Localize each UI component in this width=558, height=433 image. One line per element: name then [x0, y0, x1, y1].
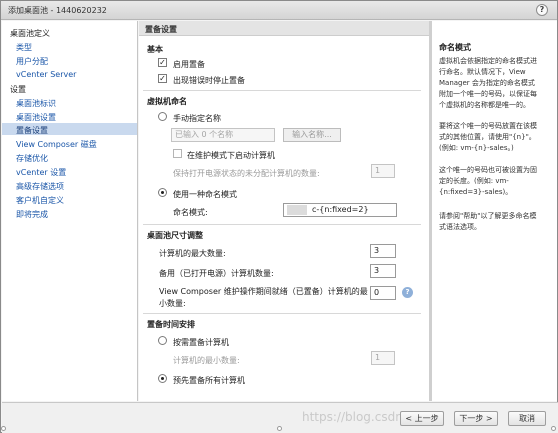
- step-ready-to-complete[interactable]: 即将完成: [16, 209, 48, 220]
- stop-on-error-checkbox[interactable]: ✓: [158, 74, 167, 83]
- wizard-steps-sidebar: 桌面池定义 类型 用户分配 vCenter Server 设置 桌面池标识 桌面…: [2, 21, 138, 401]
- panel-header: 置备设置: [139, 21, 429, 36]
- help-icon[interactable]: ?: [536, 4, 548, 16]
- spare-machines-label: 备用（已打开电源）计算机数量:: [159, 269, 274, 278]
- step-pool-identification[interactable]: 桌面池标识: [16, 98, 56, 109]
- info-icon[interactable]: ?: [402, 287, 413, 298]
- start-maintenance-checkbox[interactable]: [173, 149, 182, 158]
- provisioning-settings-panel: 置备设置 基本 ✓ 启用置备 ✓ 出现错误时停止置备 虚拟机命名 手动指定名称 …: [139, 21, 429, 401]
- step-vcenter-settings[interactable]: vCenter 设置: [16, 167, 66, 178]
- enable-provisioning-label: 启用置备: [173, 60, 205, 69]
- resize-handle[interactable]: [551, 426, 556, 431]
- step-pool-settings[interactable]: 桌面池设置: [16, 112, 56, 123]
- step-user-assignment[interactable]: 用户分配: [16, 56, 48, 67]
- help-title: 命名模式: [439, 43, 471, 52]
- help-line: (例如: vm-{n}-sales。): [439, 144, 514, 152]
- help-line: 请参阅"帮助"以了解更多命名模: [439, 212, 537, 220]
- help-line: 个虚拟机的名称都是唯一的。: [439, 101, 530, 109]
- help-line: 式语法选项。: [439, 223, 481, 231]
- cancel-button[interactable]: 取消: [508, 411, 546, 426]
- add-desktop-pool-window: 添加桌面池 - 1440620232 ? 桌面池定义 类型 用户分配 vCent…: [0, 0, 558, 433]
- on-demand-label: 按需置备计算机: [173, 338, 229, 347]
- names-entered-field[interactable]: 已输入 0 个名称: [171, 128, 275, 142]
- divider: [143, 313, 421, 314]
- enter-names-button[interactable]: 输入名称...: [283, 128, 341, 142]
- help-line: 虚拟机会依据指定的命名模式进: [439, 57, 537, 65]
- enable-provisioning-checkbox[interactable]: ✓: [158, 58, 167, 67]
- vm-naming-section-title: 虚拟机命名: [147, 97, 187, 106]
- on-demand-radio[interactable]: [158, 336, 167, 345]
- panel-title: 置备设置: [145, 25, 177, 34]
- start-maintenance-label: 在维护模式下启动计算机: [187, 151, 275, 160]
- schedule-section-title: 置备时间安排: [147, 320, 195, 329]
- help-line: 附加一个唯一的号码，以保证每: [439, 90, 537, 98]
- pool-sizing-section-title: 桌面池尺寸调整: [147, 231, 203, 240]
- step-storage-optimization[interactable]: 存储优化: [16, 153, 48, 164]
- help-line: 要将这个唯一的号码放置在该模: [439, 122, 537, 130]
- step-type[interactable]: 类型: [16, 42, 32, 53]
- up-front-radio[interactable]: [158, 374, 167, 383]
- naming-pattern-radio[interactable]: [158, 188, 167, 197]
- naming-pattern-label: 命名模式:: [173, 208, 208, 217]
- unassigned-powered-on-label: 保持打开电源状态的未分配计算机的数量:: [173, 169, 320, 178]
- min-machines-input[interactable]: 1: [371, 351, 395, 365]
- divider: [143, 90, 421, 91]
- min-machines-label: 计算机的最小数量:: [173, 356, 240, 365]
- help-line: 式的其他位置，请使用"{n}"。: [439, 133, 536, 141]
- divider: [143, 224, 421, 225]
- spare-machines-input[interactable]: 3: [370, 264, 396, 278]
- step-view-composer-disks[interactable]: View Composer 磁盘: [16, 139, 97, 150]
- help-line: 这个唯一的号码也可被设置为固: [439, 166, 537, 174]
- back-button[interactable]: < 上一步: [400, 411, 444, 426]
- composer-min-label-line2: 小数量:: [159, 299, 186, 308]
- composer-min-input[interactable]: 0: [370, 286, 396, 300]
- step-guest-customization[interactable]: 客户机自定义: [16, 195, 64, 206]
- naming-pattern-option-label: 使用一种命名模式: [173, 190, 237, 199]
- up-front-label: 预先置备所有计算机: [173, 376, 245, 385]
- step-vcenter-server[interactable]: vCenter Server: [16, 70, 76, 79]
- stop-on-error-label: 出现错误时停止置备: [173, 76, 245, 85]
- max-machines-label: 计算机的最大数量:: [159, 249, 226, 258]
- help-line: {n:fixed=3}-sales)。: [439, 188, 513, 196]
- step-provisioning-settings[interactable]: 置备设置: [16, 125, 48, 136]
- step-group-settings: 设置: [10, 85, 26, 94]
- max-machines-input[interactable]: 3: [370, 244, 396, 258]
- title-bar: 添加桌面池 - 1440620232 ?: [1, 1, 557, 20]
- basic-section-title: 基本: [147, 45, 163, 54]
- composer-min-label-line1: View Composer 维护操作期间就绪（已置备）计算机的最: [159, 287, 368, 296]
- resize-handle[interactable]: [277, 426, 282, 431]
- redacted-prefix: [287, 205, 307, 215]
- step-advanced-storage[interactable]: 高级存储选项: [16, 181, 64, 192]
- help-pane: 命名模式 虚拟机会依据指定的命名模式进 行命名。默认情况下，View Manag…: [431, 21, 557, 401]
- help-line: 定的长度。(例如: vm-: [439, 177, 509, 185]
- window-title: 添加桌面池 - 1440620232: [8, 6, 107, 15]
- unassigned-powered-on-input[interactable]: 1: [371, 164, 395, 178]
- resize-handle[interactable]: [1, 426, 6, 431]
- help-line: 行命名。默认情况下，View: [439, 68, 526, 76]
- help-line: Manager 会为指定的命名模式: [439, 79, 535, 87]
- manual-names-label: 手动指定名称: [173, 114, 221, 123]
- next-button[interactable]: 下一步 >: [454, 411, 498, 426]
- manual-names-radio[interactable]: [158, 112, 167, 121]
- step-group-pool-definition: 桌面池定义: [10, 29, 50, 38]
